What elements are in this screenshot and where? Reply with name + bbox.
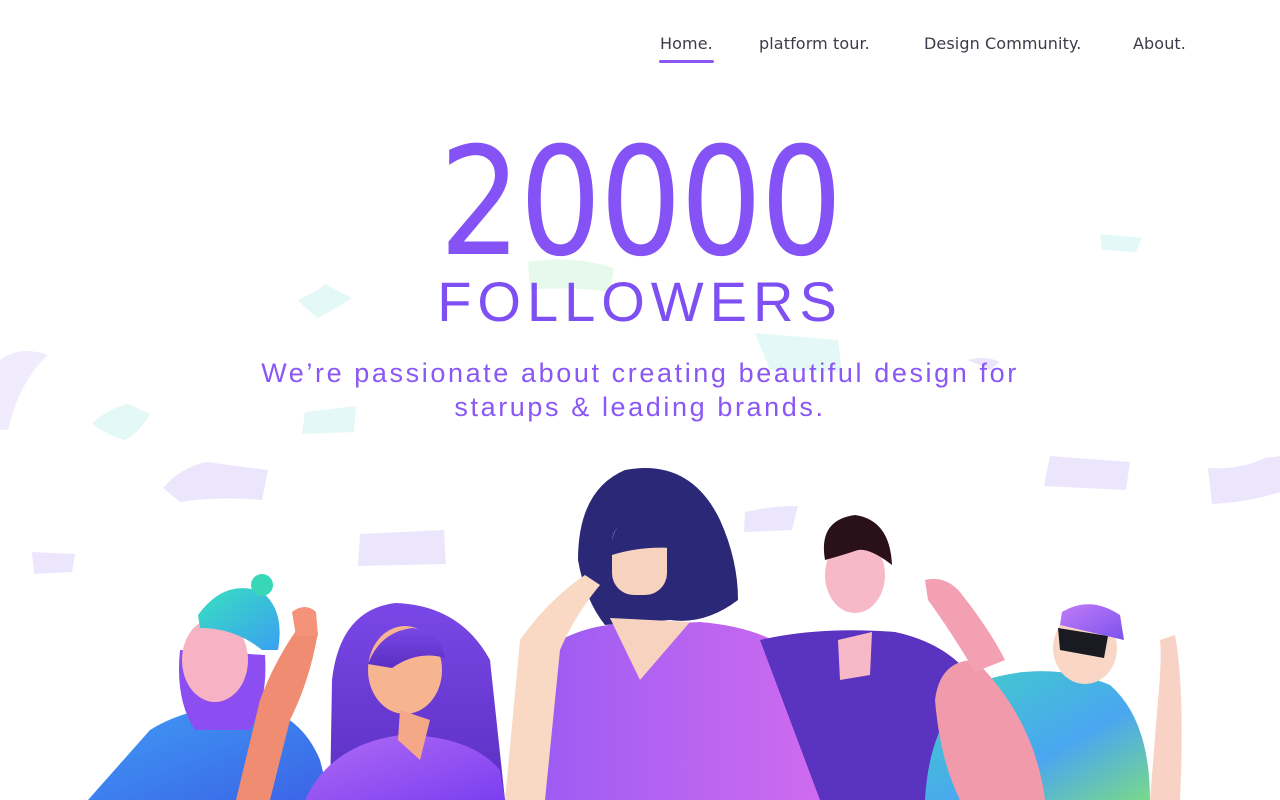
top-navigation: Home. platform tour. Design Community. A… — [0, 34, 1280, 66]
nav-design-community-link[interactable]: Design Community. — [924, 34, 1081, 53]
hero-tagline-line-1: We’re passionate about creating beautifu… — [261, 358, 1019, 388]
person-sunglasses — [925, 578, 1182, 800]
nav-home-link[interactable]: Home. — [659, 34, 714, 63]
hero-tagline: We’re passionate about creating beautifu… — [0, 356, 1280, 424]
nav-platform-tour-link[interactable]: platform tour. — [759, 34, 870, 53]
person-purple-hair — [305, 603, 505, 800]
follower-count: 20000 — [439, 116, 843, 290]
follower-count-label: FOLLOWERS — [437, 270, 843, 333]
hero-tagline-line-2: starups & leading brands. — [454, 392, 826, 422]
nav-about-link[interactable]: About. — [1133, 34, 1186, 53]
person-beanie — [88, 574, 330, 800]
